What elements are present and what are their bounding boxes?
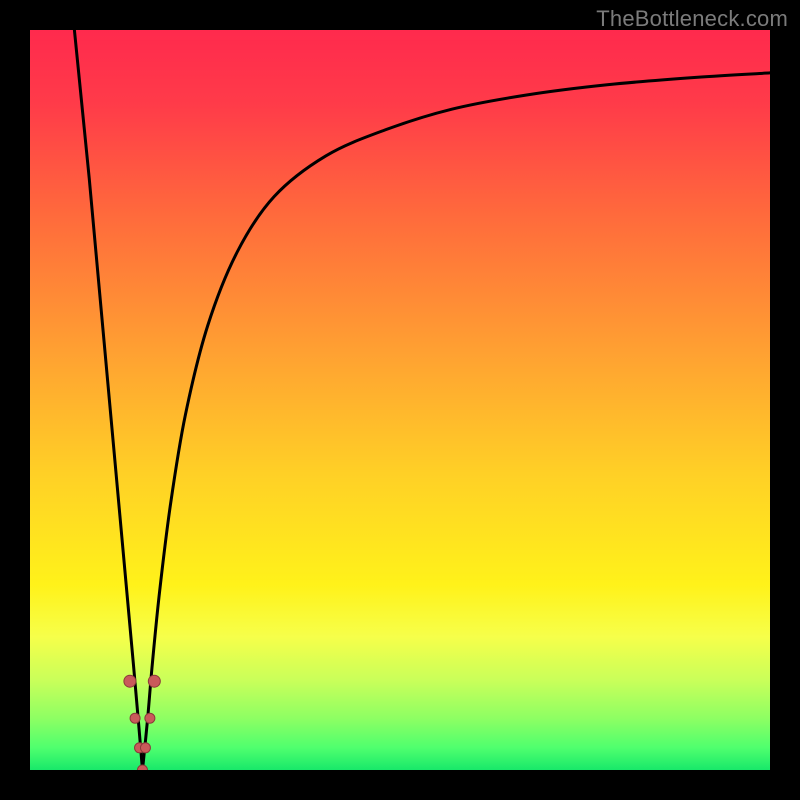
marker-dot [124,675,136,687]
chart-frame: TheBottleneck.com [0,0,800,800]
plot-area [30,30,770,770]
marker-dot [137,765,147,770]
marker-dot [145,713,155,723]
marker-dot [148,675,160,687]
curve-layer [30,30,770,770]
curve-left-branch [74,30,142,770]
marker-dot [140,743,150,753]
curve-right-branch [142,73,770,770]
watermark-text: TheBottleneck.com [596,6,788,32]
marker-dot [130,713,140,723]
